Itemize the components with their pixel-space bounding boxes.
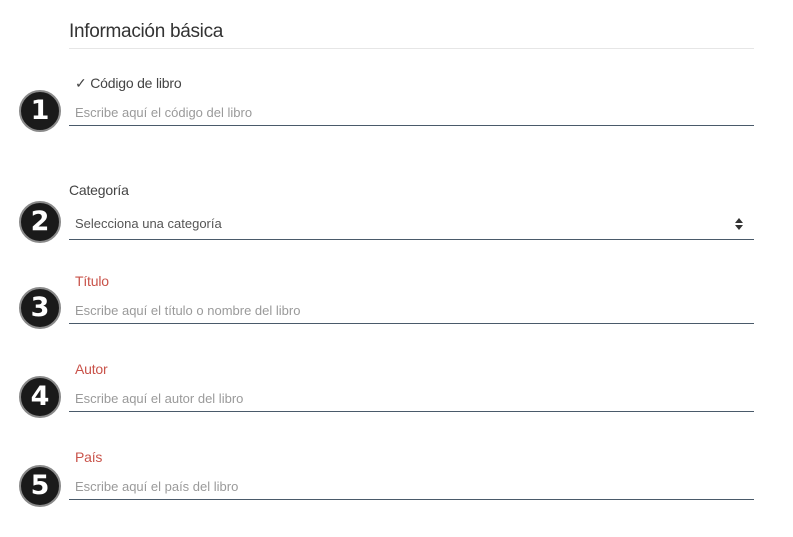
title-label: Título [75, 273, 109, 289]
step-badge-4: 4 [19, 376, 61, 418]
step-badge-3: 3 [19, 287, 61, 329]
category-label: Categoría [69, 182, 129, 198]
category-select[interactable]: Selecciona una categoría [69, 210, 754, 240]
country-label: País [75, 449, 103, 465]
step-badge-1: 1 [19, 90, 61, 132]
book-code-label: ✓ Código de libro [75, 75, 182, 92]
title-input[interactable] [69, 298, 754, 324]
check-icon: ✓ [75, 75, 87, 91]
book-code-input[interactable] [69, 100, 754, 126]
section-title: Información básica [69, 21, 224, 42]
step-badge-5: 5 [19, 465, 61, 507]
author-input[interactable] [69, 386, 754, 412]
book-code-label-text: Código de libro [90, 75, 182, 91]
section-divider [69, 48, 754, 49]
category-selected-value: Selecciona una categoría [75, 216, 222, 231]
author-label: Autor [75, 361, 108, 377]
sort-arrows-icon [735, 218, 743, 230]
step-badge-2: 2 [19, 201, 61, 243]
country-input[interactable] [69, 474, 754, 500]
